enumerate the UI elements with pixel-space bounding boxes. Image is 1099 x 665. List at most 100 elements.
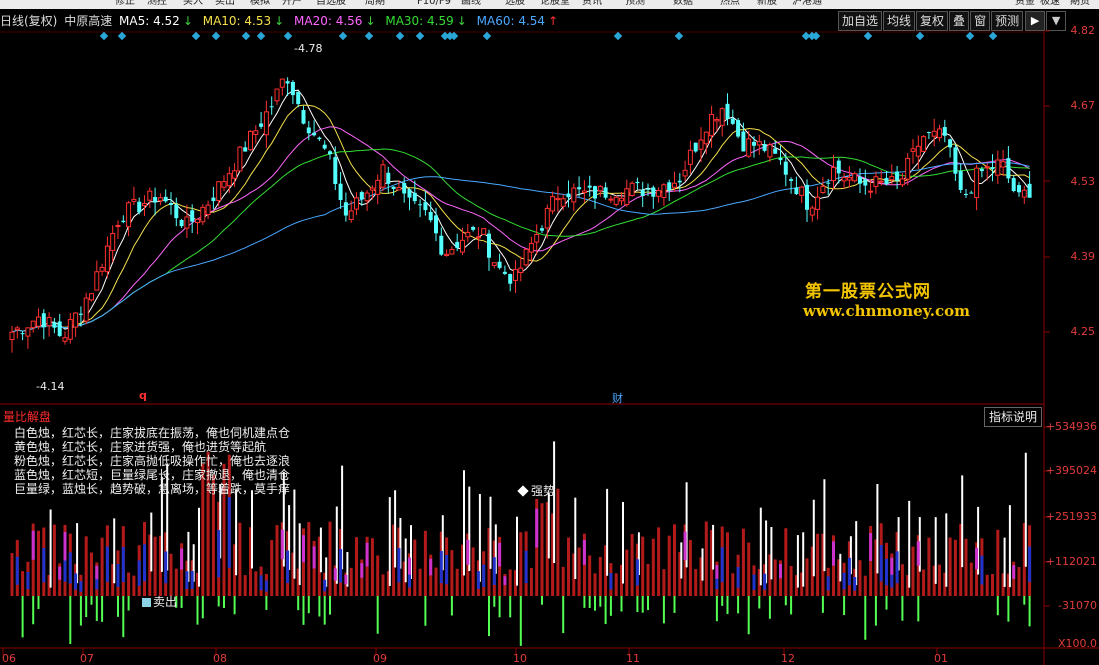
- volume-red-bar: [540, 503, 544, 596]
- candle-body: [200, 206, 206, 223]
- candle-body: [762, 144, 767, 151]
- volume-blue-bar: [15, 556, 19, 585]
- candle-body: [687, 149, 693, 165]
- candle-body: [121, 220, 126, 223]
- volume-magenta-bar: [466, 539, 470, 565]
- volume-magenta-bar: [916, 541, 920, 566]
- volume-red-bar: [641, 536, 645, 596]
- x-axis-label: 01: [934, 652, 948, 665]
- candle-body: [921, 136, 927, 152]
- candle-body: [858, 176, 862, 184]
- volume-red-bar: [662, 569, 666, 596]
- volume-red-bar: [349, 567, 353, 596]
- volume-blue-bar: [339, 549, 343, 583]
- signal-diamond-icon: [674, 31, 684, 41]
- candle-body: [703, 131, 709, 145]
- candle-body: [354, 197, 359, 210]
- volume-blue-bar: [68, 552, 72, 584]
- candle-body: [809, 207, 815, 216]
- volume-magenta-bar: [890, 557, 894, 575]
- volume-magenta-bar: [975, 547, 979, 570]
- volume-red-bar: [508, 569, 512, 596]
- volume-blue-bar: [445, 554, 449, 585]
- volume-blue-bar: [164, 551, 168, 584]
- volume-blue-bar: [980, 555, 984, 585]
- candle-body: [863, 179, 868, 186]
- volume-magenta-bar: [344, 574, 348, 585]
- candle-body: [211, 197, 216, 202]
- volume-blue-bar: [42, 548, 46, 583]
- candle-body: [279, 78, 285, 88]
- candle-body: [62, 337, 68, 342]
- volume-magenta-bar: [360, 563, 364, 578]
- candle-body: [243, 147, 248, 152]
- candle-body: [646, 188, 650, 190]
- candle-body: [794, 187, 799, 195]
- candle-body: [163, 196, 168, 202]
- volume-red-bar: [646, 563, 650, 596]
- volume-red-bar: [863, 575, 867, 596]
- finance-marker[interactable]: 财: [612, 390, 623, 406]
- volume-red-bar: [911, 546, 915, 596]
- candle-body: [714, 119, 720, 122]
- volume-magenta-bar: [779, 563, 782, 579]
- volume-axis-label: -31070: [1058, 599, 1097, 612]
- volume-red-bar: [985, 574, 989, 596]
- candle-body: [513, 268, 518, 281]
- indicator-title[interactable]: 量比解盘: [3, 408, 51, 425]
- candle-body: [555, 197, 561, 201]
- volume-magenta-bar: [715, 565, 719, 579]
- candle-body: [953, 147, 958, 174]
- volume-red-bar: [174, 568, 178, 596]
- kline-chart[interactable]: [0, 0, 1099, 665]
- candle-body: [560, 198, 566, 207]
- volume-blue-bar: [736, 567, 740, 588]
- legend-line: 巨量绿，蓝烛长，趋势破，急离场，等着跌，莫手痒: [14, 482, 291, 496]
- candle-body: [773, 148, 778, 154]
- candle-body: [248, 130, 253, 151]
- volume-magenta-bar: [582, 539, 586, 565]
- candle-body: [52, 322, 57, 328]
- volume-red-bar: [127, 572, 131, 596]
- volume-red-bar: [688, 540, 692, 596]
- volume-red-bar: [370, 538, 374, 596]
- candle-body: [846, 176, 852, 181]
- indicator-help-button[interactable]: 指标说明: [984, 407, 1043, 427]
- sell-signal: 卖出: [142, 593, 177, 610]
- candle-body: [487, 233, 491, 258]
- candle-body: [836, 160, 841, 174]
- candle-body: [778, 158, 783, 161]
- candle-body: [455, 241, 460, 248]
- volume-red-bar: [726, 532, 729, 596]
- candle-body: [30, 320, 36, 329]
- volume-red-bar: [593, 573, 597, 596]
- candle-body: [402, 182, 407, 194]
- volume-red-bar: [254, 571, 258, 596]
- volume-red-bar: [598, 557, 602, 596]
- volume-red-bar: [694, 569, 698, 596]
- candle-body: [613, 196, 619, 205]
- x-axis-label: 09: [373, 652, 387, 665]
- candle-body: [253, 130, 259, 135]
- volume-red-bar: [238, 522, 242, 596]
- candle-body: [449, 248, 455, 255]
- volume-blue-bar: [105, 546, 109, 582]
- candle-body: [179, 219, 184, 227]
- volume-red-bar: [625, 549, 629, 596]
- volume-red-bar: [731, 573, 735, 596]
- candle-body: [153, 197, 158, 203]
- candle-body: [608, 198, 614, 201]
- candle-body: [979, 169, 984, 172]
- volume-red-bar: [355, 537, 358, 596]
- volume-blue-bar: [116, 564, 120, 587]
- candle-body: [46, 316, 52, 327]
- volume-red-bar: [169, 553, 173, 596]
- volume-red-bar: [84, 536, 88, 596]
- volume-blue-bar: [79, 581, 83, 592]
- candle-body: [497, 261, 502, 268]
- candle-body: [439, 235, 444, 255]
- volume-magenta-bar: [312, 546, 316, 569]
- candle-body: [815, 196, 821, 210]
- candle-body: [147, 190, 153, 201]
- volume-red-bar: [657, 527, 661, 596]
